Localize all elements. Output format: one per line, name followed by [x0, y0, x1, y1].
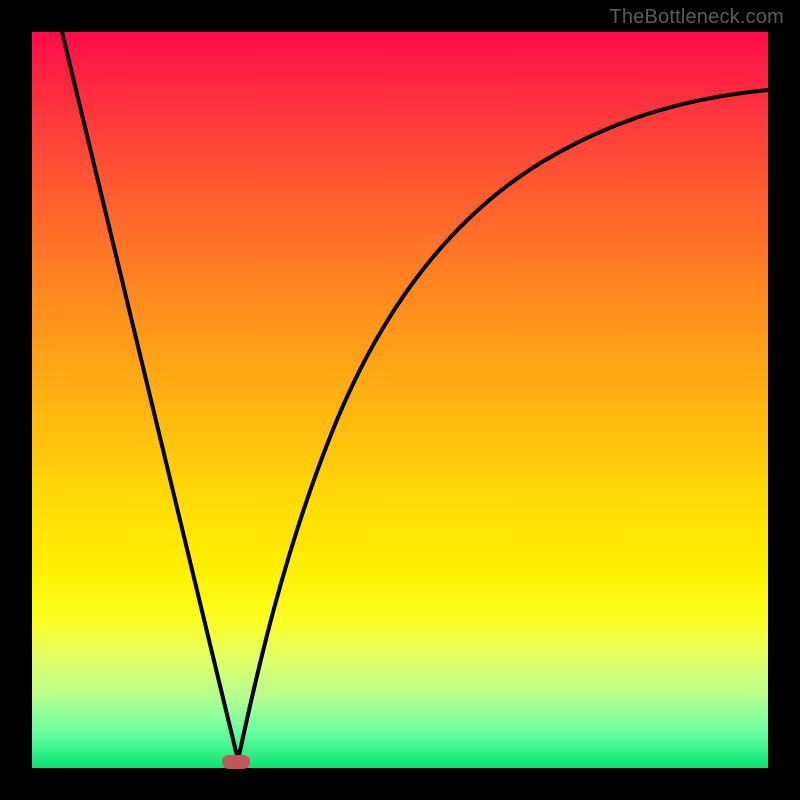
curve-right-branch	[238, 90, 768, 760]
watermark-text: TheBottleneck.com	[609, 6, 784, 29]
plot-area	[32, 32, 768, 768]
bottleneck-curve	[32, 32, 768, 768]
vertex-marker	[222, 755, 250, 769]
chart-frame: TheBottleneck.com	[0, 0, 800, 800]
curve-left-branch	[62, 32, 238, 760]
